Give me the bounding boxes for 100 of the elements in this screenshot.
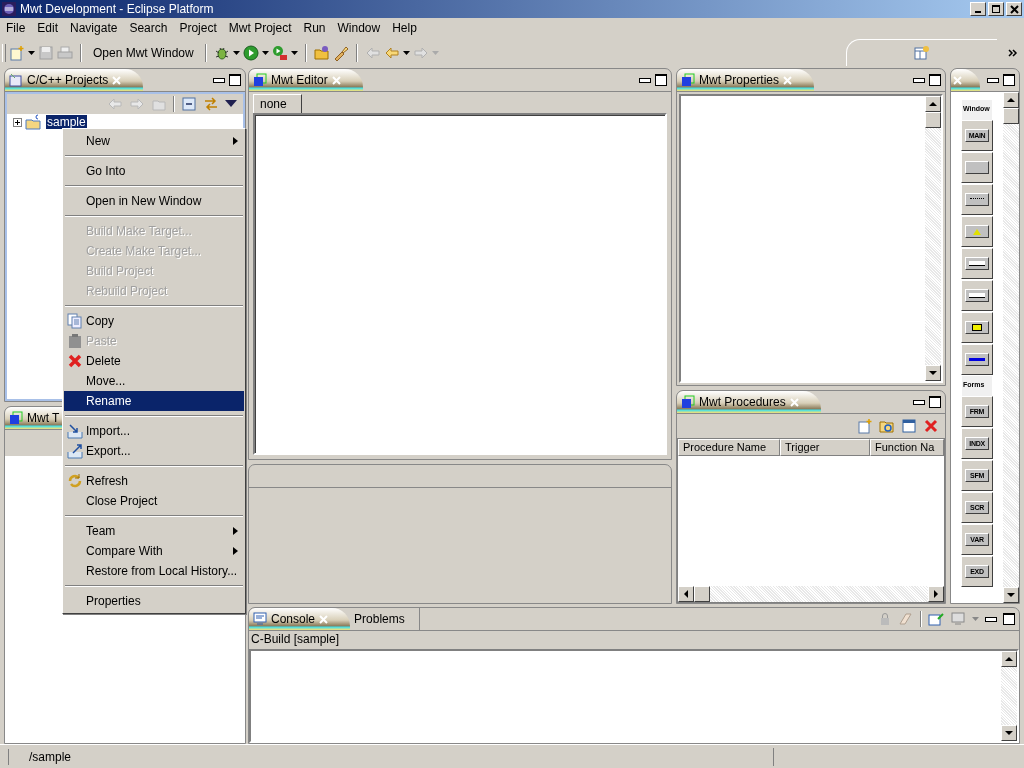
view-tab[interactable]: Mwt Procedures: [677, 391, 821, 413]
close-icon[interactable]: [112, 75, 122, 85]
view-tab[interactable]: [951, 69, 980, 91]
maximize-button[interactable]: [929, 74, 941, 86]
editor-tab[interactable]: Mwt Editor: [249, 69, 363, 91]
maximize-button[interactable]: [655, 74, 667, 86]
minimize-button[interactable]: [987, 77, 999, 83]
flashlight-icon[interactable]: [332, 44, 349, 61]
menu-item[interactable]: Window: [331, 20, 387, 35]
context-menu-item[interactable]: Restore from Local History...: [64, 561, 244, 581]
cube-icon: [681, 395, 695, 409]
context-menu-item[interactable]: New: [64, 131, 244, 151]
page-tab[interactable]: none: [253, 94, 302, 113]
palette-tool-button[interactable]: [961, 248, 993, 279]
close-icon[interactable]: [331, 75, 341, 85]
palette-tool-button[interactable]: [961, 344, 993, 375]
app-logo-icon: [2, 2, 16, 16]
column-header[interactable]: Function Na: [870, 439, 944, 456]
chevron-icon[interactable]: [1008, 48, 1018, 57]
vertical-scrollbar[interactable]: [1001, 651, 1017, 741]
vertical-scrollbar[interactable]: [1003, 92, 1019, 603]
context-menu-item[interactable]: Delete: [64, 351, 244, 371]
minimize-button[interactable]: [913, 77, 925, 83]
refresh-icon: [67, 473, 83, 489]
context-menu-item[interactable]: Rename: [64, 391, 244, 411]
column-header[interactable]: Procedure Name: [678, 439, 780, 456]
close-icon[interactable]: [783, 75, 793, 85]
clipboard-icon: [67, 333, 83, 349]
maximize-button[interactable]: [229, 74, 241, 86]
palette-tool-button[interactable]: [961, 280, 993, 311]
console-title: C-Build [sample]: [250, 631, 341, 648]
context-menu-item[interactable]: Move...: [64, 371, 244, 391]
restore-window-button[interactable]: [988, 2, 1004, 16]
external-tools-icon[interactable]: [271, 44, 288, 61]
menu-item[interactable]: Mwt Project: [222, 20, 298, 35]
menu-item[interactable]: Run: [297, 20, 332, 35]
close-window-button[interactable]: [1006, 2, 1022, 16]
menu-item[interactable]: Edit: [31, 20, 65, 35]
open-window-button[interactable]: Open Mwt Window: [89, 43, 198, 62]
caret-icon[interactable]: [290, 50, 298, 55]
caret-icon[interactable]: [261, 50, 269, 55]
context-menu-item[interactable]: Compare With: [64, 541, 244, 561]
view-tab[interactable]: C/C++ Projects: [5, 69, 144, 91]
minimize-button[interactable]: [639, 77, 651, 83]
folder-icon[interactable]: [313, 44, 330, 61]
tree-item[interactable]: sample: [46, 115, 87, 129]
view-tab[interactable]: Problems: [350, 608, 420, 630]
vertical-scrollbar[interactable]: [925, 96, 941, 381]
cube-icon: [253, 73, 267, 87]
context-menu-item[interactable]: Open in New Window: [64, 191, 244, 211]
close-icon[interactable]: [953, 75, 962, 85]
view-tab[interactable]: Console: [249, 608, 351, 630]
close-icon[interactable]: [319, 614, 329, 624]
menu-item[interactable]: Project: [173, 20, 223, 35]
view-menu-icon[interactable]: [225, 100, 237, 108]
context-menu-item[interactable]: Team: [64, 521, 244, 541]
context-menu-item[interactable]: Close Project: [64, 491, 244, 511]
export-icon: [67, 443, 83, 459]
palette-tool-button[interactable]: [961, 312, 993, 343]
menu-item[interactable]: Help: [386, 20, 423, 35]
context-menu-item[interactable]: Copy: [64, 311, 244, 331]
minimize-window-button[interactable]: [970, 2, 986, 16]
collapse-all-icon[interactable]: [181, 96, 197, 112]
maximize-button[interactable]: [929, 396, 941, 408]
palette-tool-button[interactable]: [961, 152, 993, 183]
context-menu-item[interactable]: Refresh: [64, 471, 244, 491]
refresh-folder-icon[interactable]: [879, 418, 895, 434]
view-tab[interactable]: Mwt Properties: [677, 69, 815, 91]
caret-icon[interactable]: [28, 50, 35, 55]
minimize-button[interactable]: [213, 77, 225, 83]
project-folder-icon: [25, 114, 43, 130]
menu-item[interactable]: Navigate: [64, 20, 124, 35]
expand-toggle[interactable]: [13, 117, 22, 127]
import-icon: [67, 423, 83, 439]
minimize-button[interactable]: [913, 399, 925, 405]
copy-icon: [67, 313, 83, 329]
cube-icon: [681, 73, 695, 87]
open-perspective-icon[interactable]: [914, 45, 930, 61]
caret-icon[interactable]: [402, 50, 410, 55]
close-icon[interactable]: [789, 397, 799, 407]
status-text: /sample: [29, 749, 72, 764]
horizontal-scrollbar[interactable]: [678, 586, 944, 602]
caret-icon[interactable]: [232, 50, 240, 55]
palette-tool-button[interactable]: [961, 184, 993, 215]
column-header[interactable]: Trigger: [780, 439, 870, 456]
menu-item[interactable]: Search: [123, 20, 174, 35]
maximize-button[interactable]: [1003, 74, 1015, 86]
monitor-icon: [253, 612, 267, 626]
run-icon[interactable]: [242, 44, 259, 61]
maximize-button[interactable]: [1003, 613, 1015, 625]
palette-tool-button[interactable]: [961, 216, 993, 247]
menu-item[interactable]: File: [0, 20, 32, 35]
minimize-button[interactable]: [985, 616, 997, 622]
context-menu-item[interactable]: Export...: [64, 441, 244, 461]
context-menu-item[interactable]: Go Into: [64, 161, 244, 181]
window-icon[interactable]: [901, 418, 917, 434]
delete-icon: [67, 353, 83, 369]
context-menu-item[interactable]: Properties: [64, 591, 244, 611]
c-project-icon: [9, 73, 23, 87]
delete-icon[interactable]: [923, 418, 939, 434]
